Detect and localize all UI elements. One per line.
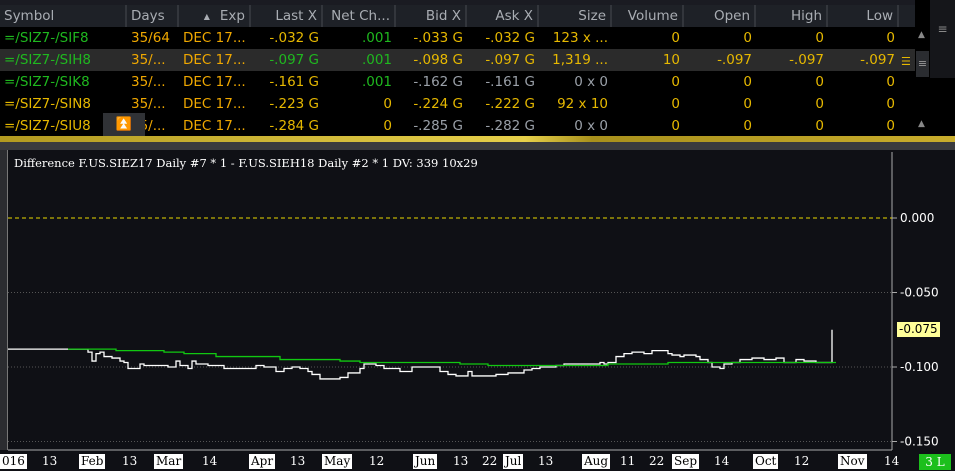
time-axis-label: Jul xyxy=(503,454,524,469)
price-label: -0.100 xyxy=(900,360,939,374)
study-count-badge[interactable]: 3 L xyxy=(919,454,951,470)
time-axis-label: 14 xyxy=(714,454,730,468)
time-axis-label: 22 xyxy=(649,454,665,468)
time-axis-label: 13 xyxy=(42,454,58,468)
time-axis-label: 13 xyxy=(290,454,306,468)
price-label: -0.050 xyxy=(900,286,939,300)
time-axis-label: 11 xyxy=(620,454,636,468)
time-axis-label: Sep xyxy=(672,454,700,469)
chart-plot: 0.000 -0.050 -0.100 -0.150 xyxy=(8,152,939,451)
last-price-badge: -0.075 xyxy=(897,322,940,337)
time-axis-label: 12 xyxy=(794,454,810,468)
time-axis-label: 13 xyxy=(538,454,554,468)
series-difference xyxy=(8,329,833,380)
time-axis-label: 14 xyxy=(202,454,218,468)
time-axis-label: 13 xyxy=(122,454,138,468)
time-axis-label: Aug xyxy=(582,454,611,469)
price-label: -0.150 xyxy=(900,435,939,449)
time-axis-label: 22 xyxy=(482,454,498,468)
time-axis-label: Feb xyxy=(79,454,106,469)
time-axis-label: Mar xyxy=(154,454,184,469)
time-axis-label: 13 xyxy=(453,454,469,468)
time-axis-label: May xyxy=(322,454,353,469)
time-axis-label: 14 xyxy=(884,454,900,468)
chart-title: Difference F.US.SIEZ17 Daily #7 * 1 - F.… xyxy=(14,156,478,170)
time-axis-label: Nov xyxy=(838,454,867,469)
series-average xyxy=(68,348,836,367)
time-axis-label: Oct xyxy=(753,454,779,469)
price-label: 0.000 xyxy=(900,211,934,225)
time-axis-label: Jun xyxy=(413,454,438,469)
time-axis-label: 016 xyxy=(0,454,27,469)
time-axis-label: 12 xyxy=(369,454,385,468)
time-axis-label: Apr xyxy=(249,454,276,469)
